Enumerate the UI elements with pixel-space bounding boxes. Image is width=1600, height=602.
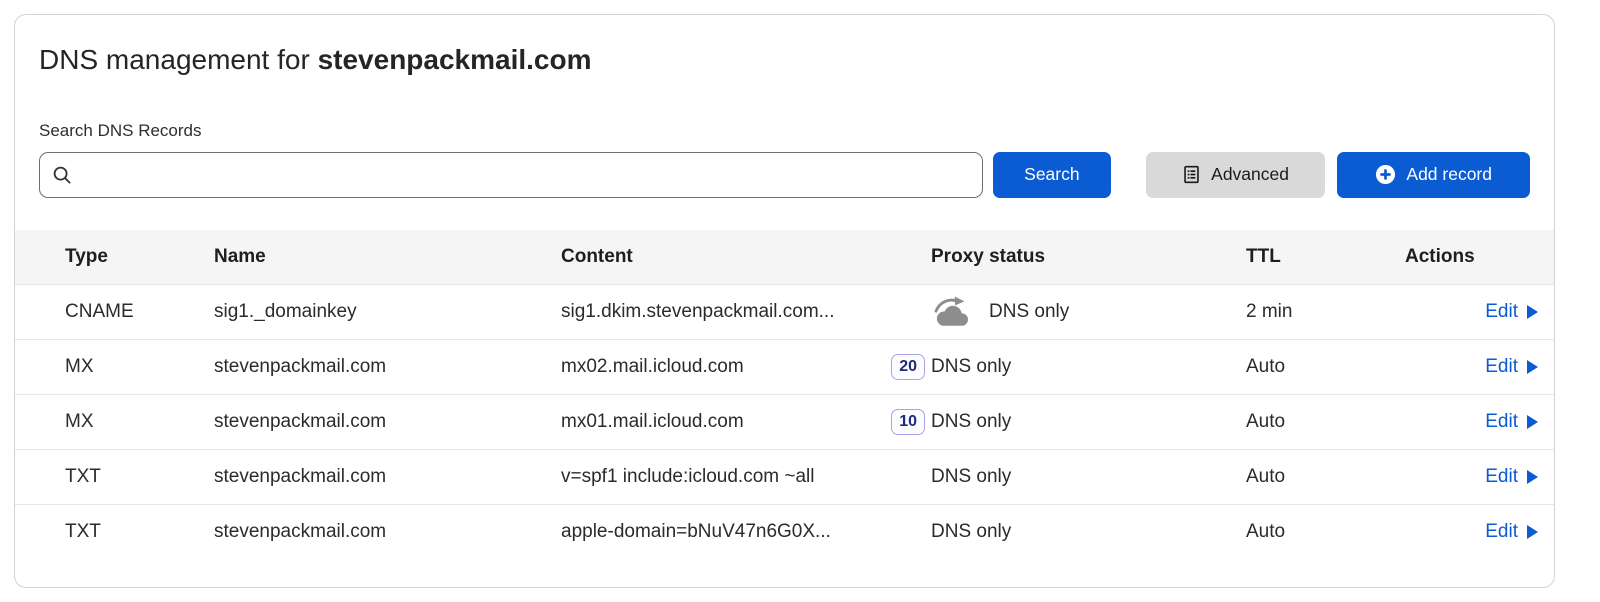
record-content: mx01.mail.icloud.com <box>561 411 744 433</box>
mx-priority-badge: 10 <box>891 409 925 435</box>
search-label: Search DNS Records <box>39 121 1530 141</box>
search-input-wrapper[interactable] <box>39 152 983 198</box>
add-record-button[interactable]: Add record <box>1337 152 1530 198</box>
edit-link[interactable]: Edit <box>1485 356 1538 378</box>
dns-record-row: TXT stevenpackmail.com apple-domain=bNuV… <box>15 504 1554 559</box>
page-title: DNS management for stevenpackmail.com <box>39 43 1530 77</box>
advanced-button-label: Advanced <box>1211 164 1289 185</box>
edit-link-label: Edit <box>1485 411 1518 433</box>
mx-priority-badge: 20 <box>891 354 925 380</box>
table-header-row: Type Name Content Proxy status TTL Actio… <box>15 230 1554 284</box>
record-name: stevenpackmail.com <box>214 356 561 378</box>
proxy-status: DNS only <box>931 411 1011 433</box>
record-content: v=spf1 include:icloud.com ~all <box>561 466 814 488</box>
right-triangle-icon <box>1527 305 1538 319</box>
record-name: stevenpackmail.com <box>214 411 561 433</box>
record-ttl: 2 min <box>1246 301 1391 323</box>
header-type: Type <box>65 246 214 268</box>
dns-record-row: MX stevenpackmail.com mx02.mail.icloud.c… <box>15 339 1554 394</box>
dns-record-row: MX stevenpackmail.com mx01.mail.icloud.c… <box>15 394 1554 449</box>
edit-link[interactable]: Edit <box>1485 301 1538 323</box>
dns-record-row: TXT stevenpackmail.com v=spf1 include:ic… <box>15 449 1554 504</box>
list-document-icon <box>1182 165 1201 184</box>
right-triangle-icon <box>1527 525 1538 539</box>
proxy-status: DNS only <box>931 356 1011 378</box>
record-ttl: Auto <box>1246 521 1391 543</box>
record-ttl: Auto <box>1246 411 1391 433</box>
edit-link[interactable]: Edit <box>1485 411 1538 433</box>
page-title-domain: stevenpackmail.com <box>318 44 592 75</box>
add-record-button-label: Add record <box>1406 164 1492 185</box>
record-name: sig1._domainkey <box>214 301 561 323</box>
header-ttl: TTL <box>1246 246 1391 268</box>
dns-management-card: DNS management for stevenpackmail.com Se… <box>14 14 1555 588</box>
record-name: stevenpackmail.com <box>214 466 561 488</box>
edit-link-label: Edit <box>1485 466 1518 488</box>
edit-link-label: Edit <box>1485 356 1518 378</box>
record-type: TXT <box>65 521 214 543</box>
edit-link[interactable]: Edit <box>1485 466 1538 488</box>
page-title-prefix: DNS management for <box>39 44 310 75</box>
record-type: MX <box>65 356 214 378</box>
record-content: apple-domain=bNuV47n6G0X... <box>561 521 831 543</box>
record-content: sig1.dkim.stevenpackmail.com... <box>561 301 835 323</box>
record-ttl: Auto <box>1246 356 1391 378</box>
dns-records-table: Type Name Content Proxy status TTL Actio… <box>15 230 1554 559</box>
record-name: stevenpackmail.com <box>214 521 561 543</box>
search-button[interactable]: Search <box>993 152 1111 198</box>
dns-record-row: CNAME sig1._domainkey sig1.dkim.stevenpa… <box>15 284 1554 339</box>
plus-circle-icon <box>1375 164 1396 185</box>
edit-link-label: Edit <box>1485 521 1518 543</box>
right-triangle-icon <box>1527 470 1538 484</box>
right-triangle-icon <box>1527 360 1538 374</box>
search-controls: Search Advanced Add record <box>39 152 1530 198</box>
dns-only-cloud-icon <box>931 296 973 328</box>
proxy-status: DNS only <box>989 301 1069 323</box>
advanced-button[interactable]: Advanced <box>1146 152 1326 198</box>
record-type: TXT <box>65 466 214 488</box>
record-type: MX <box>65 411 214 433</box>
header-actions: Actions <box>1391 246 1538 268</box>
edit-link-label: Edit <box>1485 301 1518 323</box>
edit-link[interactable]: Edit <box>1485 521 1538 543</box>
record-content: mx02.mail.icloud.com <box>561 356 744 378</box>
header-name: Name <box>214 246 561 268</box>
right-triangle-icon <box>1527 415 1538 429</box>
magnifier-icon <box>52 165 72 185</box>
table-body: CNAME sig1._domainkey sig1.dkim.stevenpa… <box>15 284 1554 559</box>
record-ttl: Auto <box>1246 466 1391 488</box>
search-input[interactable] <box>80 152 970 198</box>
proxy-status: DNS only <box>931 466 1011 488</box>
record-type: CNAME <box>65 301 214 323</box>
proxy-status: DNS only <box>931 521 1011 543</box>
header-content: Content <box>561 246 931 268</box>
header-proxy-status: Proxy status <box>931 246 1246 268</box>
